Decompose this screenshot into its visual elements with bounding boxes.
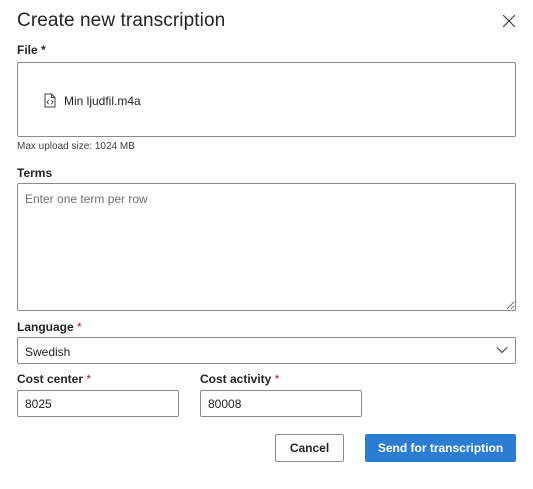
code-file-icon — [44, 93, 56, 108]
send-for-transcription-button[interactable]: Send for transcription — [365, 434, 516, 462]
file-required-mark: * — [41, 43, 46, 57]
terms-label-text: Terms — [17, 166, 53, 180]
terms-label: Terms — [17, 166, 52, 180]
language-required-mark: * — [77, 320, 82, 334]
file-name: Min ljudfil.m4a — [64, 93, 141, 108]
file-label: File * — [17, 43, 46, 57]
cost-center-input[interactable] — [17, 390, 179, 417]
close-button[interactable] — [502, 14, 518, 30]
cost-center-required-mark: * — [86, 372, 92, 386]
file-dropzone[interactable]: Min ljudfil.m4a — [17, 62, 516, 137]
terms-textarea[interactable] — [17, 183, 516, 311]
cost-center-label-text: Cost center — [17, 372, 84, 386]
cost-center-label: Cost center * — [17, 372, 91, 386]
selected-file: Min ljudfil.m4a — [44, 93, 141, 108]
cancel-button[interactable]: Cancel — [275, 434, 344, 462]
file-label-text: File — [17, 43, 38, 57]
language-selected-value: Swedish — [25, 345, 71, 359]
language-label: Language * — [17, 320, 82, 334]
cost-activity-label-text: Cost activity — [200, 372, 272, 386]
cost-activity-label: Cost activity * — [200, 372, 279, 386]
language-select[interactable]: Swedish — [17, 337, 516, 364]
dialog-title: Create new transcription — [17, 10, 226, 31]
upload-size-hint: Max upload size: 1024 MB — [17, 141, 135, 152]
cost-activity-required-mark: * — [274, 372, 280, 386]
cost-activity-input[interactable] — [200, 390, 362, 417]
chevron-down-icon — [496, 346, 508, 354]
language-label-text: Language — [17, 320, 74, 334]
close-icon — [502, 14, 518, 28]
